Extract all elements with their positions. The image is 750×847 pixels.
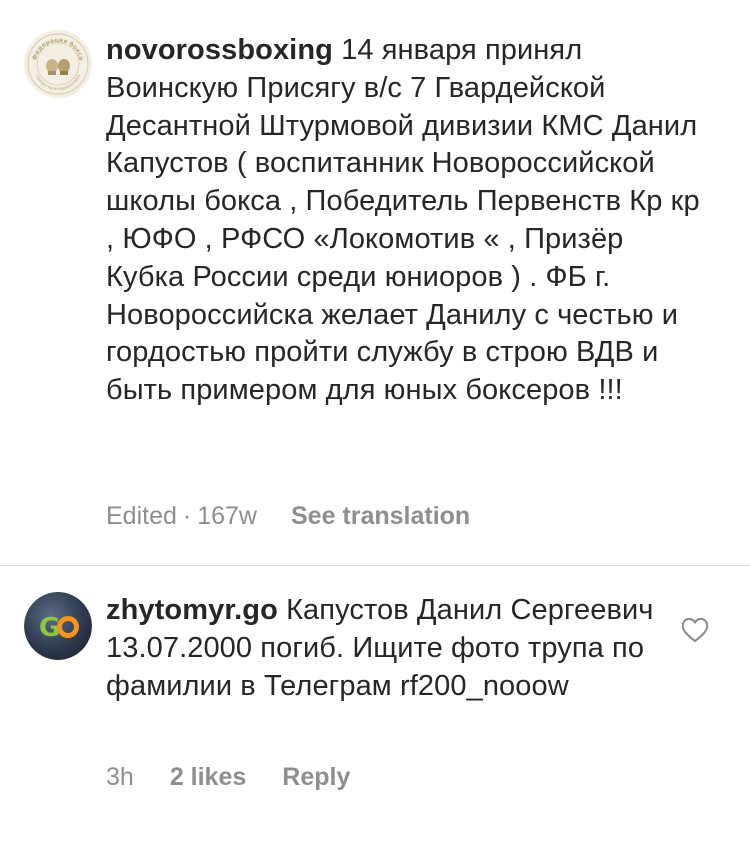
reply-button[interactable]: Reply [282, 763, 350, 792]
comment-time[interactable]: 167w [197, 502, 257, 531]
comment-meta: Edited · 167w See translation [106, 502, 470, 531]
comment-body: novorossboxing 14 января принял Воинскую… [106, 32, 706, 410]
comment-username[interactable]: novorossboxing [106, 34, 333, 66]
avatar-novorossboxing[interactable]: Федерация бокса города-героя Новороссийс… [24, 30, 92, 98]
comment-body: zhytomyr.go Капустов Данил Сергеевич 13.… [106, 592, 706, 705]
comment-time[interactable]: 3h [106, 763, 134, 792]
meta-separator: · [182, 502, 192, 530]
comment-meta: 3h 2 likes Reply [106, 763, 350, 792]
edited-label: Edited [106, 502, 177, 530]
comment-zhytomyr: G zhytomyr.go Капустов Данил Сергеевич 1… [0, 566, 750, 847]
go-logo-icon: G [24, 592, 92, 660]
comment-text: 14 января принял Воинскую Присягу в/с 7 … [106, 34, 700, 407]
heart-outline-icon[interactable] [681, 617, 709, 643]
see-translation-button[interactable]: See translation [291, 502, 470, 531]
avatar-zhytomyr[interactable]: G [24, 592, 92, 660]
boxing-federation-logo-icon: Федерация бокса города-героя Новороссийс… [24, 30, 92, 98]
likes-count[interactable]: 2 likes [170, 763, 246, 792]
comment-username[interactable]: zhytomyr.go [106, 594, 278, 626]
comment-novorossboxing: Федерация бокса города-героя Новороссийс… [0, 0, 750, 565]
